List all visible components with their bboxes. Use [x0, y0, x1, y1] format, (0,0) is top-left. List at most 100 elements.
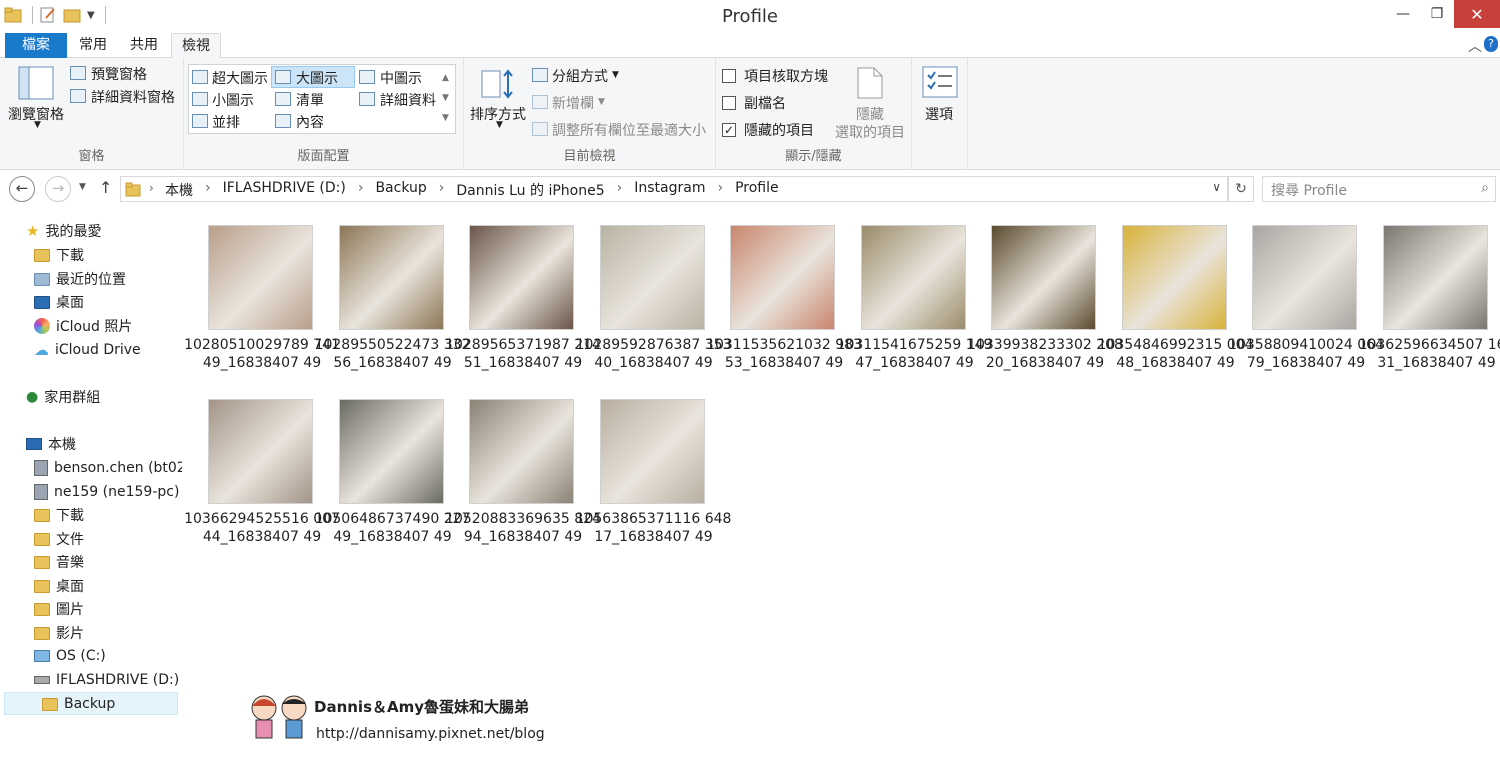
- options-button[interactable]: 選項: [925, 104, 953, 124]
- address-dropdown-icon[interactable]: ∨: [1212, 180, 1221, 194]
- tab-file[interactable]: 檔案: [5, 33, 67, 58]
- forward-button[interactable]: →: [45, 176, 71, 202]
- nav-homegroup[interactable]: ● 家用群組: [26, 386, 100, 408]
- nav-documents[interactable]: 文件: [34, 528, 84, 550]
- file-item[interactable]: 10362596634507 16631_16838407 49: [1358, 212, 1500, 382]
- layout-small-icons[interactable]: 小圖示: [212, 90, 254, 110]
- chevron-down-icon[interactable]: ▼: [598, 97, 605, 107]
- breadcrumb-separator-icon[interactable]: ›: [439, 180, 445, 200]
- chevron-down-icon[interactable]: ▼: [496, 120, 503, 130]
- nav-pc-desktop[interactable]: 桌面: [34, 575, 84, 597]
- file-item[interactable]: 10289550522473 33256_16838407 49: [314, 212, 470, 382]
- breadcrumb-separator-icon[interactable]: ›: [617, 180, 623, 200]
- layout-content[interactable]: 內容: [296, 112, 324, 132]
- nav-network-1[interactable]: benson.chen (bt02: [34, 457, 182, 479]
- nav-network-2[interactable]: ne159 (ne159-pc): [34, 481, 179, 503]
- nav-videos[interactable]: 影片: [34, 622, 84, 644]
- nav-icloud-drive[interactable]: ☁ iCloud Drive: [34, 339, 141, 361]
- file-item[interactable]: 10280510029789 74149_16838407 49: [183, 212, 340, 382]
- details-pane-button[interactable]: 詳細資料窗格: [91, 87, 175, 107]
- size-all-columns-button[interactable]: 調整所有欄位至最適大小: [552, 120, 706, 140]
- layout-medium-icons[interactable]: 中圖示: [380, 68, 422, 88]
- layout-list[interactable]: 清單: [296, 90, 324, 110]
- tab-share[interactable]: 共用: [121, 33, 167, 58]
- nav-music[interactable]: 音樂: [34, 551, 84, 573]
- image-thumbnail[interactable]: [1382, 225, 1488, 330]
- breadcrumb-drive[interactable]: IFLASHDRIVE (D:): [223, 180, 346, 200]
- file-item[interactable]: 10289565371987 21451_16838407 49: [444, 212, 601, 382]
- breadcrumb-backup[interactable]: Backup: [375, 180, 426, 200]
- navigation-pane-icon[interactable]: [18, 66, 54, 100]
- chevron-down-icon[interactable]: ▼: [34, 120, 41, 130]
- breadcrumb-separator-icon[interactable]: ›: [149, 181, 154, 195]
- search-input[interactable]: 搜尋 Profile ⌕: [1262, 176, 1496, 202]
- chevron-down-icon[interactable]: ▼: [612, 70, 619, 80]
- layout-details[interactable]: 詳細資料: [380, 90, 436, 110]
- breadcrumb-separator-icon[interactable]: ›: [717, 180, 723, 200]
- breadcrumb-iphone[interactable]: Dannis Lu 的 iPhone5: [456, 180, 604, 200]
- image-thumbnail[interactable]: [338, 399, 444, 504]
- file-item[interactable]: 10289592876387 35340_16838407 49: [575, 212, 731, 382]
- breadcrumb-separator-icon[interactable]: ›: [358, 180, 364, 200]
- file-item[interactable]: 10311541675259 14947_16838407 49: [836, 212, 992, 382]
- file-item[interactable]: 10311535621032 98353_16838407 49: [705, 212, 862, 382]
- file-item[interactable]: 10520883369635 82494_16838407 49: [444, 386, 601, 556]
- hidden-items-checkbox[interactable]: ✓: [722, 123, 736, 137]
- minimize-button[interactable]: —: [1386, 0, 1420, 28]
- preview-pane-button[interactable]: 預覽窗格: [91, 64, 147, 84]
- image-thumbnail[interactable]: [469, 399, 574, 504]
- up-button[interactable]: ↑: [99, 178, 112, 197]
- image-thumbnail[interactable]: [469, 225, 574, 330]
- layout-scroll-icon[interactable]: ▲ ▼ ▼: [442, 68, 449, 128]
- add-columns-button[interactable]: 新增欄: [552, 93, 594, 113]
- image-thumbnail[interactable]: [1252, 225, 1357, 330]
- maximize-button[interactable]: ❐: [1420, 0, 1454, 28]
- breadcrumb-separator-icon[interactable]: ›: [205, 180, 211, 200]
- nav-recent[interactable]: 最近的位置: [34, 268, 126, 290]
- file-item[interactable]: 10354846992315 00448_16838407 49: [1097, 212, 1253, 382]
- image-thumbnail[interactable]: [599, 399, 705, 504]
- image-thumbnail[interactable]: [208, 225, 313, 330]
- breadcrumb-instagram[interactable]: Instagram: [634, 180, 705, 200]
- layout-large-icons[interactable]: 大圖示: [296, 68, 338, 88]
- close-button[interactable]: ✕: [1454, 0, 1500, 28]
- image-thumbnail[interactable]: [599, 225, 705, 330]
- hide-selected-button[interactable]: 隱藏: [856, 104, 884, 124]
- image-thumbnail[interactable]: [208, 399, 313, 504]
- image-thumbnail[interactable]: [860, 225, 966, 330]
- file-item[interactable]: 10366294525516 00744_16838407 49: [183, 386, 340, 556]
- image-thumbnail[interactable]: [991, 225, 1096, 330]
- nav-pictures[interactable]: 圖片: [34, 598, 84, 620]
- file-item[interactable]: 10563865371116 64817_16838407 49: [575, 386, 731, 556]
- breadcrumb-this-pc[interactable]: 本機: [165, 180, 193, 200]
- image-thumbnail[interactable]: [1121, 225, 1227, 330]
- nav-favorites[interactable]: ★ 我的最愛: [26, 220, 101, 242]
- tab-view[interactable]: 檢視: [171, 33, 221, 59]
- tab-home[interactable]: 常用: [71, 33, 115, 58]
- refresh-button[interactable]: ↻: [1228, 176, 1254, 202]
- help-icon[interactable]: ?: [1484, 36, 1498, 52]
- nav-icloud-photos[interactable]: iCloud 照片: [34, 315, 132, 337]
- group-by-button[interactable]: 分組方式: [552, 66, 608, 86]
- image-thumbnail[interactable]: [730, 225, 835, 330]
- file-item[interactable]: 10358809410024 06479_16838407 49: [1227, 212, 1384, 382]
- collapse-ribbon-icon[interactable]: ︿: [1468, 36, 1482, 56]
- search-icon[interactable]: ⌕: [1481, 180, 1489, 196]
- recent-locations-icon[interactable]: ▼: [79, 182, 86, 192]
- nav-flash-drive[interactable]: IFLASHDRIVE (D:): [34, 669, 179, 691]
- nav-pc-downloads[interactable]: 下載: [34, 504, 84, 526]
- layout-tiles[interactable]: 並排: [212, 112, 240, 132]
- nav-backup[interactable]: Backup: [42, 693, 115, 715]
- file-item[interactable]: 10339938233302 20820_16838407 49: [966, 212, 1123, 382]
- image-thumbnail[interactable]: [338, 225, 444, 330]
- nav-downloads[interactable]: 下載: [34, 244, 84, 266]
- file-extensions-checkbox[interactable]: [722, 96, 736, 110]
- layout-extra-large-icons[interactable]: 超大圖示: [212, 68, 268, 88]
- file-item[interactable]: 10506486737490 22749_16838407 49: [314, 386, 470, 556]
- breadcrumb-profile[interactable]: Profile: [735, 180, 779, 200]
- back-button[interactable]: ←: [9, 176, 35, 202]
- nav-this-pc[interactable]: 本機: [26, 433, 76, 455]
- item-checkboxes-checkbox[interactable]: [722, 69, 736, 83]
- nav-desktop[interactable]: 桌面: [34, 291, 84, 313]
- nav-os-drive[interactable]: OS (C:): [34, 645, 106, 667]
